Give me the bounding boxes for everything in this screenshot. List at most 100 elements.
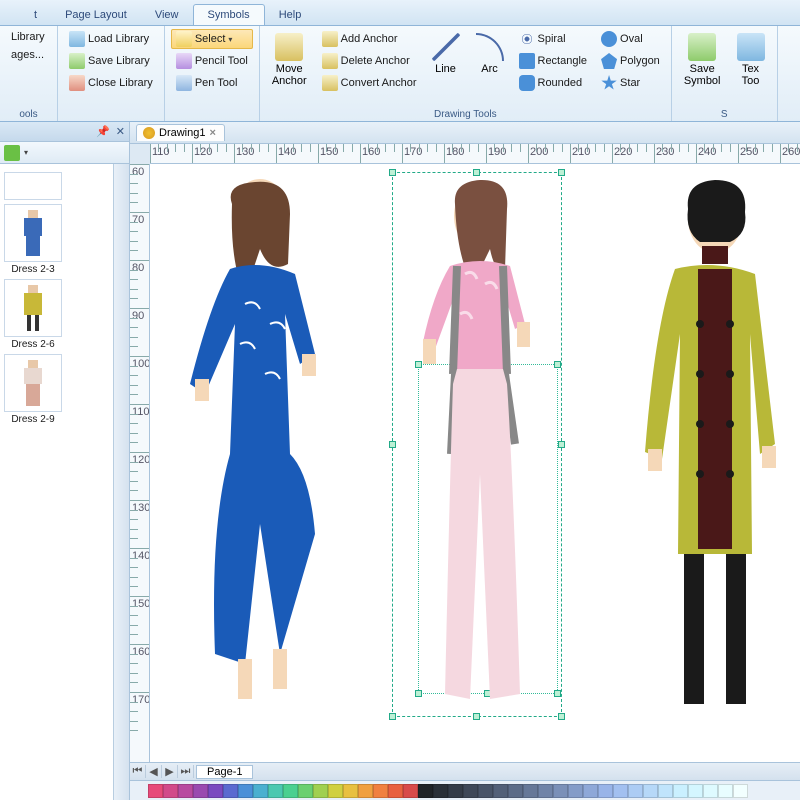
canvas[interactable] [150, 164, 800, 762]
color-swatch[interactable] [238, 784, 253, 798]
color-swatch[interactable] [343, 784, 358, 798]
color-swatch[interactable] [328, 784, 343, 798]
tab-page-layout[interactable]: Page Layout [51, 5, 141, 25]
color-swatch[interactable] [283, 784, 298, 798]
load-library-button[interactable]: Load Library [64, 29, 158, 49]
tab-help[interactable]: Help [265, 5, 316, 25]
color-swatch[interactable] [568, 784, 583, 798]
ruler-vertical: 60708090100110120130140150160170 [130, 164, 150, 762]
polygon-button[interactable]: Polygon [596, 51, 665, 71]
arc-icon [476, 33, 504, 61]
color-swatch[interactable] [223, 784, 238, 798]
plus-icon[interactable] [4, 145, 20, 161]
tab-t[interactable]: t [20, 5, 51, 25]
page-next-button[interactable]: ▶ [162, 765, 178, 778]
rounded-button[interactable]: Rounded [514, 73, 593, 93]
delete-anchor-button[interactable]: Delete Anchor [317, 51, 422, 71]
save-symbol-button[interactable]: Save Symbol [678, 29, 727, 91]
color-swatch[interactable] [448, 784, 463, 798]
color-swatch[interactable] [733, 784, 748, 798]
color-swatch[interactable] [658, 784, 673, 798]
page-last-button[interactable]: ⏭ [178, 765, 194, 778]
color-swatch[interactable] [613, 784, 628, 798]
save-library-button[interactable]: Save Library [64, 51, 158, 71]
figure-olive-coat[interactable] [600, 174, 800, 714]
figure-blue-dress[interactable] [160, 174, 370, 714]
close-library-button[interactable]: Close Library [64, 73, 158, 93]
page-first-button[interactable]: ⏮ [130, 765, 146, 778]
color-swatch[interactable] [388, 784, 403, 798]
images-button[interactable]: ages... [6, 47, 50, 63]
color-swatch[interactable] [178, 784, 193, 798]
pen-icon [176, 75, 192, 91]
tab-symbols[interactable]: Symbols [193, 4, 265, 25]
page-prev-button[interactable]: ◀ [146, 765, 162, 778]
color-swatch[interactable] [148, 784, 163, 798]
lib-item-dress-2-3[interactable]: Dress 2-3 [4, 204, 62, 275]
pencil-tool-button[interactable]: Pencil Tool [171, 51, 253, 71]
group-label-s: S [678, 108, 771, 121]
star-button[interactable]: Star [596, 73, 665, 93]
lib-item-dress-2-9[interactable]: Dress 2-9 [4, 354, 62, 425]
add-anchor-button[interactable]: Add Anchor [317, 29, 422, 49]
color-swatch[interactable] [373, 784, 388, 798]
color-swatch[interactable] [313, 784, 328, 798]
text-tool-button[interactable]: Tex Too [731, 29, 771, 91]
color-swatch[interactable] [493, 784, 508, 798]
color-swatch[interactable] [703, 784, 718, 798]
color-swatch[interactable] [628, 784, 643, 798]
close-tab-icon[interactable]: × [209, 127, 215, 139]
star-icon [601, 75, 617, 91]
convert-anchor-button[interactable]: Convert Anchor [317, 73, 422, 93]
line-tool-button[interactable]: Line [426, 29, 466, 79]
select-tool-button[interactable]: Select▾ [171, 29, 253, 49]
color-swatch[interactable] [253, 784, 268, 798]
figure-pink-outfit[interactable] [395, 174, 565, 714]
oval-button[interactable]: Oval [596, 29, 665, 49]
tab-view[interactable]: View [141, 5, 193, 25]
chevron-down-icon[interactable]: ▾ [24, 148, 28, 157]
color-swatch[interactable] [358, 784, 373, 798]
doc-icon [143, 127, 155, 139]
library-panel: 📌 ✕ ▾ Dress 2-3 Dress 2-6 [0, 122, 130, 800]
color-swatch[interactable] [403, 784, 418, 798]
color-swatch[interactable] [598, 784, 613, 798]
close-icon [69, 75, 85, 91]
color-swatch[interactable] [523, 784, 538, 798]
color-swatch[interactable] [478, 784, 493, 798]
pin-icon[interactable]: 📌 [96, 125, 110, 138]
convert-anchor-icon [322, 75, 338, 91]
rounded-rect-icon [519, 75, 535, 91]
rectangle-button[interactable]: Rectangle [514, 51, 593, 71]
move-anchor-button[interactable]: Move Anchor [266, 29, 313, 91]
color-swatch[interactable] [688, 784, 703, 798]
color-swatch[interactable] [208, 784, 223, 798]
pen-tool-button[interactable]: Pen Tool [171, 73, 253, 93]
doc-tab-drawing1[interactable]: Drawing1 × [136, 124, 225, 141]
panel-close-icon[interactable]: ✕ [116, 125, 125, 138]
library-scrollbar[interactable] [113, 164, 129, 800]
spiral-button[interactable]: Spiral [514, 29, 593, 49]
color-swatch[interactable] [163, 784, 178, 798]
color-swatch[interactable] [298, 784, 313, 798]
color-swatch[interactable] [193, 784, 208, 798]
lib-item-dress-2-6[interactable]: Dress 2-6 [4, 279, 62, 350]
color-swatch[interactable] [553, 784, 568, 798]
polygon-icon [601, 53, 617, 69]
color-swatch[interactable] [463, 784, 478, 798]
arc-tool-button[interactable]: Arc [470, 29, 510, 79]
lib-item-half[interactable] [4, 172, 62, 200]
color-swatch[interactable] [268, 784, 283, 798]
color-swatch[interactable] [718, 784, 733, 798]
color-swatch[interactable] [538, 784, 553, 798]
color-swatch[interactable] [508, 784, 523, 798]
page-tab-1[interactable]: Page-1 [196, 765, 253, 779]
library-button[interactable]: Library [6, 29, 50, 45]
delete-anchor-icon [322, 53, 338, 69]
color-swatch[interactable] [583, 784, 598, 798]
color-swatch[interactable] [673, 784, 688, 798]
color-swatch[interactable] [643, 784, 658, 798]
color-swatch[interactable] [418, 784, 433, 798]
color-swatch[interactable] [433, 784, 448, 798]
cursor-icon [176, 31, 192, 47]
